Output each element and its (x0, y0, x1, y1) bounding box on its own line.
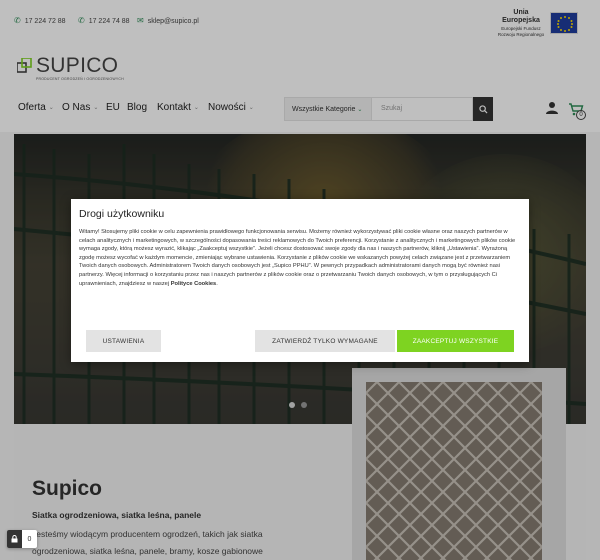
widget-count: 0 (27, 535, 32, 543)
accept-all-button[interactable]: ZAAKCEPTUJ WSZYSTKIE (397, 330, 514, 352)
cookie-policy-link[interactable]: Polityce Cookies (171, 281, 217, 287)
modal-body-text: Witamy! Stosujemy pliki cookie w celu za… (79, 229, 516, 287)
lock-icon (7, 530, 22, 548)
cookie-widget[interactable]: 0 (7, 530, 37, 548)
cookie-consent-modal: Drogi użytkowniku Witamy! Stosujemy plik… (71, 199, 529, 362)
modal-body: Witamy! Stosujemy pliki cookie w celu za… (79, 228, 521, 288)
modal-title: Drogi użytkowniku (79, 208, 165, 220)
settings-button[interactable]: USTAWIENIA (86, 330, 161, 352)
accept-required-button[interactable]: ZATWIERDŹ TYLKO WYMAGANE (255, 330, 395, 352)
modal-body-end: . (216, 280, 218, 287)
